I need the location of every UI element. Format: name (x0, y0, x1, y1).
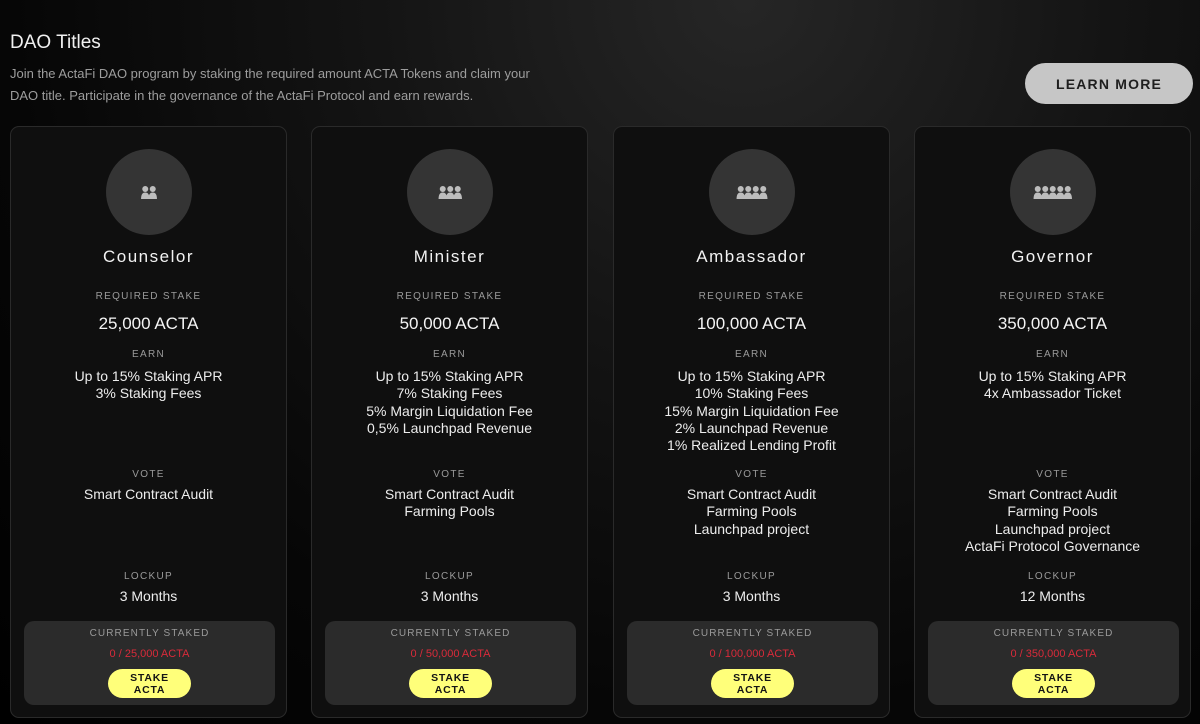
stake-acta-button[interactable]: STAKE ACTA (409, 669, 492, 698)
currently-staked-panel: CURRENTLY STAKED 0 / 50,000 ACTA STAKE ACT… (325, 621, 576, 705)
stake-acta-button[interactable]: STAKE ACTA (108, 669, 191, 698)
lockup-value: 3 Months (420, 588, 479, 604)
currently-staked-value: 0 / 50,000 ACTA (410, 648, 491, 660)
currently-staked-label: CURRENTLY STAKED (89, 628, 210, 639)
vote-list: Smart Contract Audit Farming Pools (312, 486, 587, 521)
earn-item: Up to 15% Staking APR (978, 368, 1127, 384)
required-stake-label: REQUIRED STAKE (95, 291, 202, 302)
dao-card-counselor: Counselor REQUIRED STAKE 25,000 ACTA EARN Up… (10, 126, 287, 718)
vote-item: Smart Contract Audit (384, 486, 515, 502)
users-group-icon (709, 149, 795, 235)
earn-item: 1% Realized Lending Profit (667, 437, 836, 454)
lockup-value: 12 Months (1019, 588, 1086, 604)
vote-item: Smart Contract Audit (686, 486, 817, 502)
earn-label: EARN (735, 349, 768, 360)
card-title: Governor (1011, 247, 1094, 266)
earn-label: EARN (433, 349, 466, 360)
learn-more-button[interactable]: LEARN MORE (1025, 63, 1193, 104)
earn-label: EARN (132, 349, 165, 360)
earn-item: Up to 15% Staking APR (74, 368, 223, 384)
lockup-value: 3 Months (119, 588, 178, 604)
card-title: Ambassador (696, 247, 807, 266)
earn-list: Up to 15% Staking APR 7% Staking Fees 5% M… (312, 368, 587, 437)
required-stake-value: 100,000 ACTA (696, 314, 807, 333)
required-stake-value: 350,000 ACTA (997, 314, 1108, 333)
stake-acta-button[interactable]: STAKE ACTA (711, 669, 794, 698)
earn-item: 2% Launchpad Revenue (674, 419, 829, 436)
currently-staked-label: CURRENTLY STAKED (993, 628, 1114, 639)
dao-card-governor: Governor REQUIRED STAKE 350,000 ACTA EARN Up… (914, 126, 1191, 718)
required-stake-label: REQUIRED STAKE (396, 291, 503, 302)
earn-item: Up to 15% Staking APR (375, 368, 524, 384)
lockup-label: LOCKUP (727, 571, 776, 582)
card-title: Minister (413, 247, 486, 266)
earn-item: 3% Staking Fees (95, 385, 202, 402)
currently-staked-panel: CURRENTLY STAKED 0 / 25,000 ACTA STAKE ACT… (24, 621, 275, 705)
page-title: DAO Titles (10, 32, 101, 53)
earn-label: EARN (1036, 349, 1069, 360)
vote-item: Smart Contract Audit (83, 486, 214, 502)
vote-item: Farming Pools (1007, 503, 1098, 520)
vote-list: Smart Contract Audit Farming Pools Launchp… (614, 486, 889, 538)
page-description: Join the ActaFi DAO program by staking t… (10, 66, 530, 103)
currently-staked-label: CURRENTLY STAKED (692, 628, 813, 639)
earn-item: 0,5% Launchpad Revenue (366, 419, 533, 436)
lockup-label: LOCKUP (124, 571, 173, 582)
currently-staked-value: 0 / 25,000 ACTA (109, 648, 190, 660)
earn-item: 4x Ambassador Ticket (984, 385, 1121, 402)
vote-item: Launchpad project (994, 520, 1111, 537)
vote-item: Farming Pools (404, 503, 495, 520)
dao-title-cards: Counselor REQUIRED STAKE 25,000 ACTA EARN Up… (10, 126, 1200, 724)
earn-item: 7% Staking Fees (396, 385, 503, 402)
currently-staked-label: CURRENTLY STAKED (390, 628, 511, 639)
earn-list: Up to 15% Staking APR 4x Ambassador Ticke… (915, 368, 1190, 403)
vote-label: VOTE (1036, 469, 1069, 480)
vote-label: VOTE (735, 469, 768, 480)
vote-list: Smart Contract Audit Farming Pools Launchp… (915, 486, 1190, 555)
required-stake-value: 25,000 ACTA (98, 314, 199, 333)
currently-staked-panel: CURRENTLY STAKED 0 / 100,000 ACTA STAKE AC… (627, 621, 878, 705)
lockup-label: LOCKUP (425, 571, 474, 582)
earn-item: 15% Margin Liquidation Fee (664, 402, 839, 419)
currently-staked-value: 0 / 350,000 ACTA (1010, 648, 1097, 660)
users-2-icon (106, 149, 192, 235)
earn-item: Up to 15% Staking APR (677, 368, 826, 384)
required-stake-label: REQUIRED STAKE (698, 291, 805, 302)
vote-item: Smart Contract Audit (987, 486, 1118, 502)
vote-item: ActaFi Protocol Governance (964, 537, 1141, 554)
earn-item: 10% Staking Fees (694, 385, 809, 402)
earn-list: Up to 15% Staking APR 3% Staking Fees (11, 368, 286, 403)
vote-label: VOTE (132, 469, 165, 480)
vote-item: Farming Pools (706, 503, 797, 520)
earn-item: 5% Margin Liquidation Fee (366, 402, 533, 419)
users-3-icon (407, 149, 493, 235)
vote-item: Launchpad project (693, 520, 810, 537)
earn-list: Up to 15% Staking APR 10% Staking Fees 15%… (614, 368, 889, 454)
currently-staked-panel: CURRENTLY STAKED 0 / 350,000 ACTA STAKE AC… (928, 621, 1179, 705)
currently-staked-value: 0 / 100,000 ACTA (709, 648, 796, 660)
card-title: Counselor (103, 247, 194, 266)
dao-card-minister: Minister REQUIRED STAKE 50,000 ACTA EARN Up … (311, 126, 588, 718)
vote-list: Smart Contract Audit (11, 486, 286, 503)
stake-acta-button[interactable]: STAKE ACTA (1012, 669, 1095, 698)
dao-card-ambassador: Ambassador REQUIRED STAKE 100,000 ACTA EARN… (613, 126, 890, 718)
lockup-value: 3 Months (722, 588, 781, 604)
vote-label: VOTE (433, 469, 466, 480)
users-crowd-icon (1010, 149, 1096, 235)
required-stake-label: REQUIRED STAKE (999, 291, 1106, 302)
required-stake-value: 50,000 ACTA (399, 314, 500, 333)
lockup-label: LOCKUP (1028, 571, 1077, 582)
